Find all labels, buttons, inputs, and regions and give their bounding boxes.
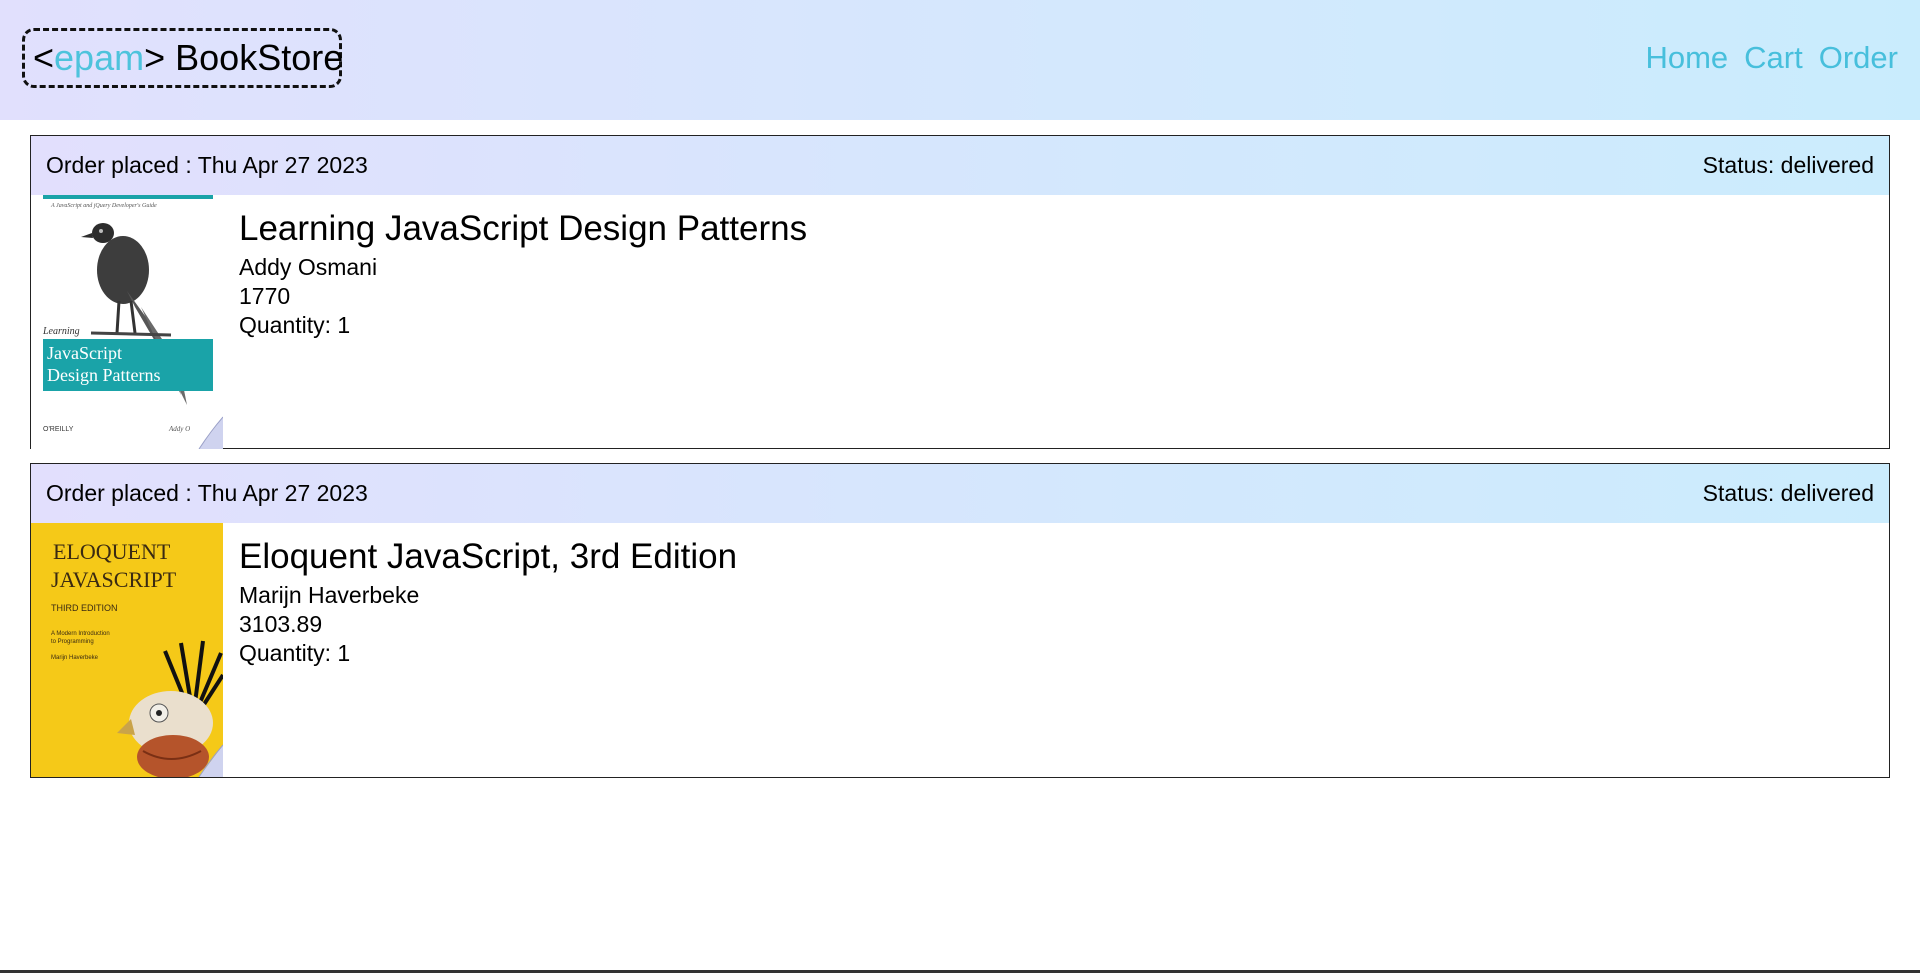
cover-author-short: Addy O: [168, 425, 190, 433]
book-info: Learning JavaScript Design Patterns Addy…: [239, 209, 807, 340]
book-quantity: Quantity: 1: [239, 312, 351, 338]
cover-small-title: Learning: [42, 326, 80, 337]
order-card: Order placed : Thu Apr 27 2023 Status: d…: [30, 463, 1890, 778]
book-author: Addy Osmani: [239, 254, 378, 280]
cover-publisher: O'REILLY: [43, 426, 74, 433]
cover-edition: THIRD EDITION: [51, 603, 118, 613]
cover-title-line2: JAVASCRIPT: [51, 567, 177, 592]
logo[interactable]: < epam > BookStore: [22, 28, 344, 88]
order-card: Order placed : Thu Apr 27 2023 Status: d…: [30, 135, 1890, 449]
book-title: Eloquent JavaScript, 3rd Edition: [239, 537, 738, 576]
book-price: 3103.89: [239, 611, 323, 637]
book-author: Marijn Haverbeke: [239, 582, 420, 608]
cover-subtitle1: A Modern Introduction: [51, 631, 110, 637]
logo-brand: epam: [54, 37, 145, 78]
cover-author-small: Marijn Haverbeke: [51, 655, 99, 661]
order-status: Status: delivered: [1702, 480, 1874, 506]
cover-title-line1: ELOQUENT: [53, 539, 171, 564]
logo-name: BookStore: [175, 37, 344, 78]
main-nav: Home Cart Order: [1645, 40, 1898, 76]
book-quantity: Quantity: 1: [239, 640, 351, 666]
order-placed-date: Order placed : Thu Apr 27 2023: [46, 152, 368, 178]
book-price: 1770: [239, 283, 291, 309]
nav-home-link[interactable]: Home: [1645, 40, 1728, 76]
order-placed-date: Order placed : Thu Apr 27 2023: [46, 480, 368, 506]
order-status: Status: delivered: [1702, 152, 1874, 178]
book-cover-image: A JavaScript and jQuery Developer's Guid…: [31, 195, 223, 449]
order-header: Order placed : Thu Apr 27 2023 Status: d…: [31, 464, 1889, 523]
eloquent-cover-illustration: ELOQUENT JAVASCRIPT THIRD EDITION A Mode…: [31, 523, 223, 777]
book-info: Eloquent JavaScript, 3rd Edition Marijn …: [239, 537, 737, 668]
book-title: Learning JavaScript Design Patterns: [239, 209, 808, 248]
order-body: A JavaScript and jQuery Developer's Guid…: [31, 195, 1889, 449]
nav-cart-link[interactable]: Cart: [1744, 40, 1803, 76]
logo-open-bracket: <: [33, 37, 55, 78]
order-body: ELOQUENT JAVASCRIPT THIRD EDITION A Mode…: [31, 523, 1889, 777]
cover-subtitle2: to Programming: [51, 639, 94, 645]
logo-close-bracket: >: [144, 37, 166, 78]
cover-title-line1: JavaScript: [47, 343, 122, 363]
bird-cover-illustration: A JavaScript and jQuery Developer's Guid…: [31, 195, 223, 449]
order-header: Order placed : Thu Apr 27 2023 Status: d…: [31, 136, 1889, 195]
book-cover-image: ELOQUENT JAVASCRIPT THIRD EDITION A Mode…: [31, 523, 223, 777]
nav-order-link[interactable]: Order: [1819, 40, 1898, 76]
header: < epam > BookStore Home Cart Order: [0, 0, 1920, 120]
cover-tagline: A JavaScript and jQuery Developer's Guid…: [50, 203, 157, 209]
cover-title-line2: Design Patterns: [47, 365, 160, 385]
